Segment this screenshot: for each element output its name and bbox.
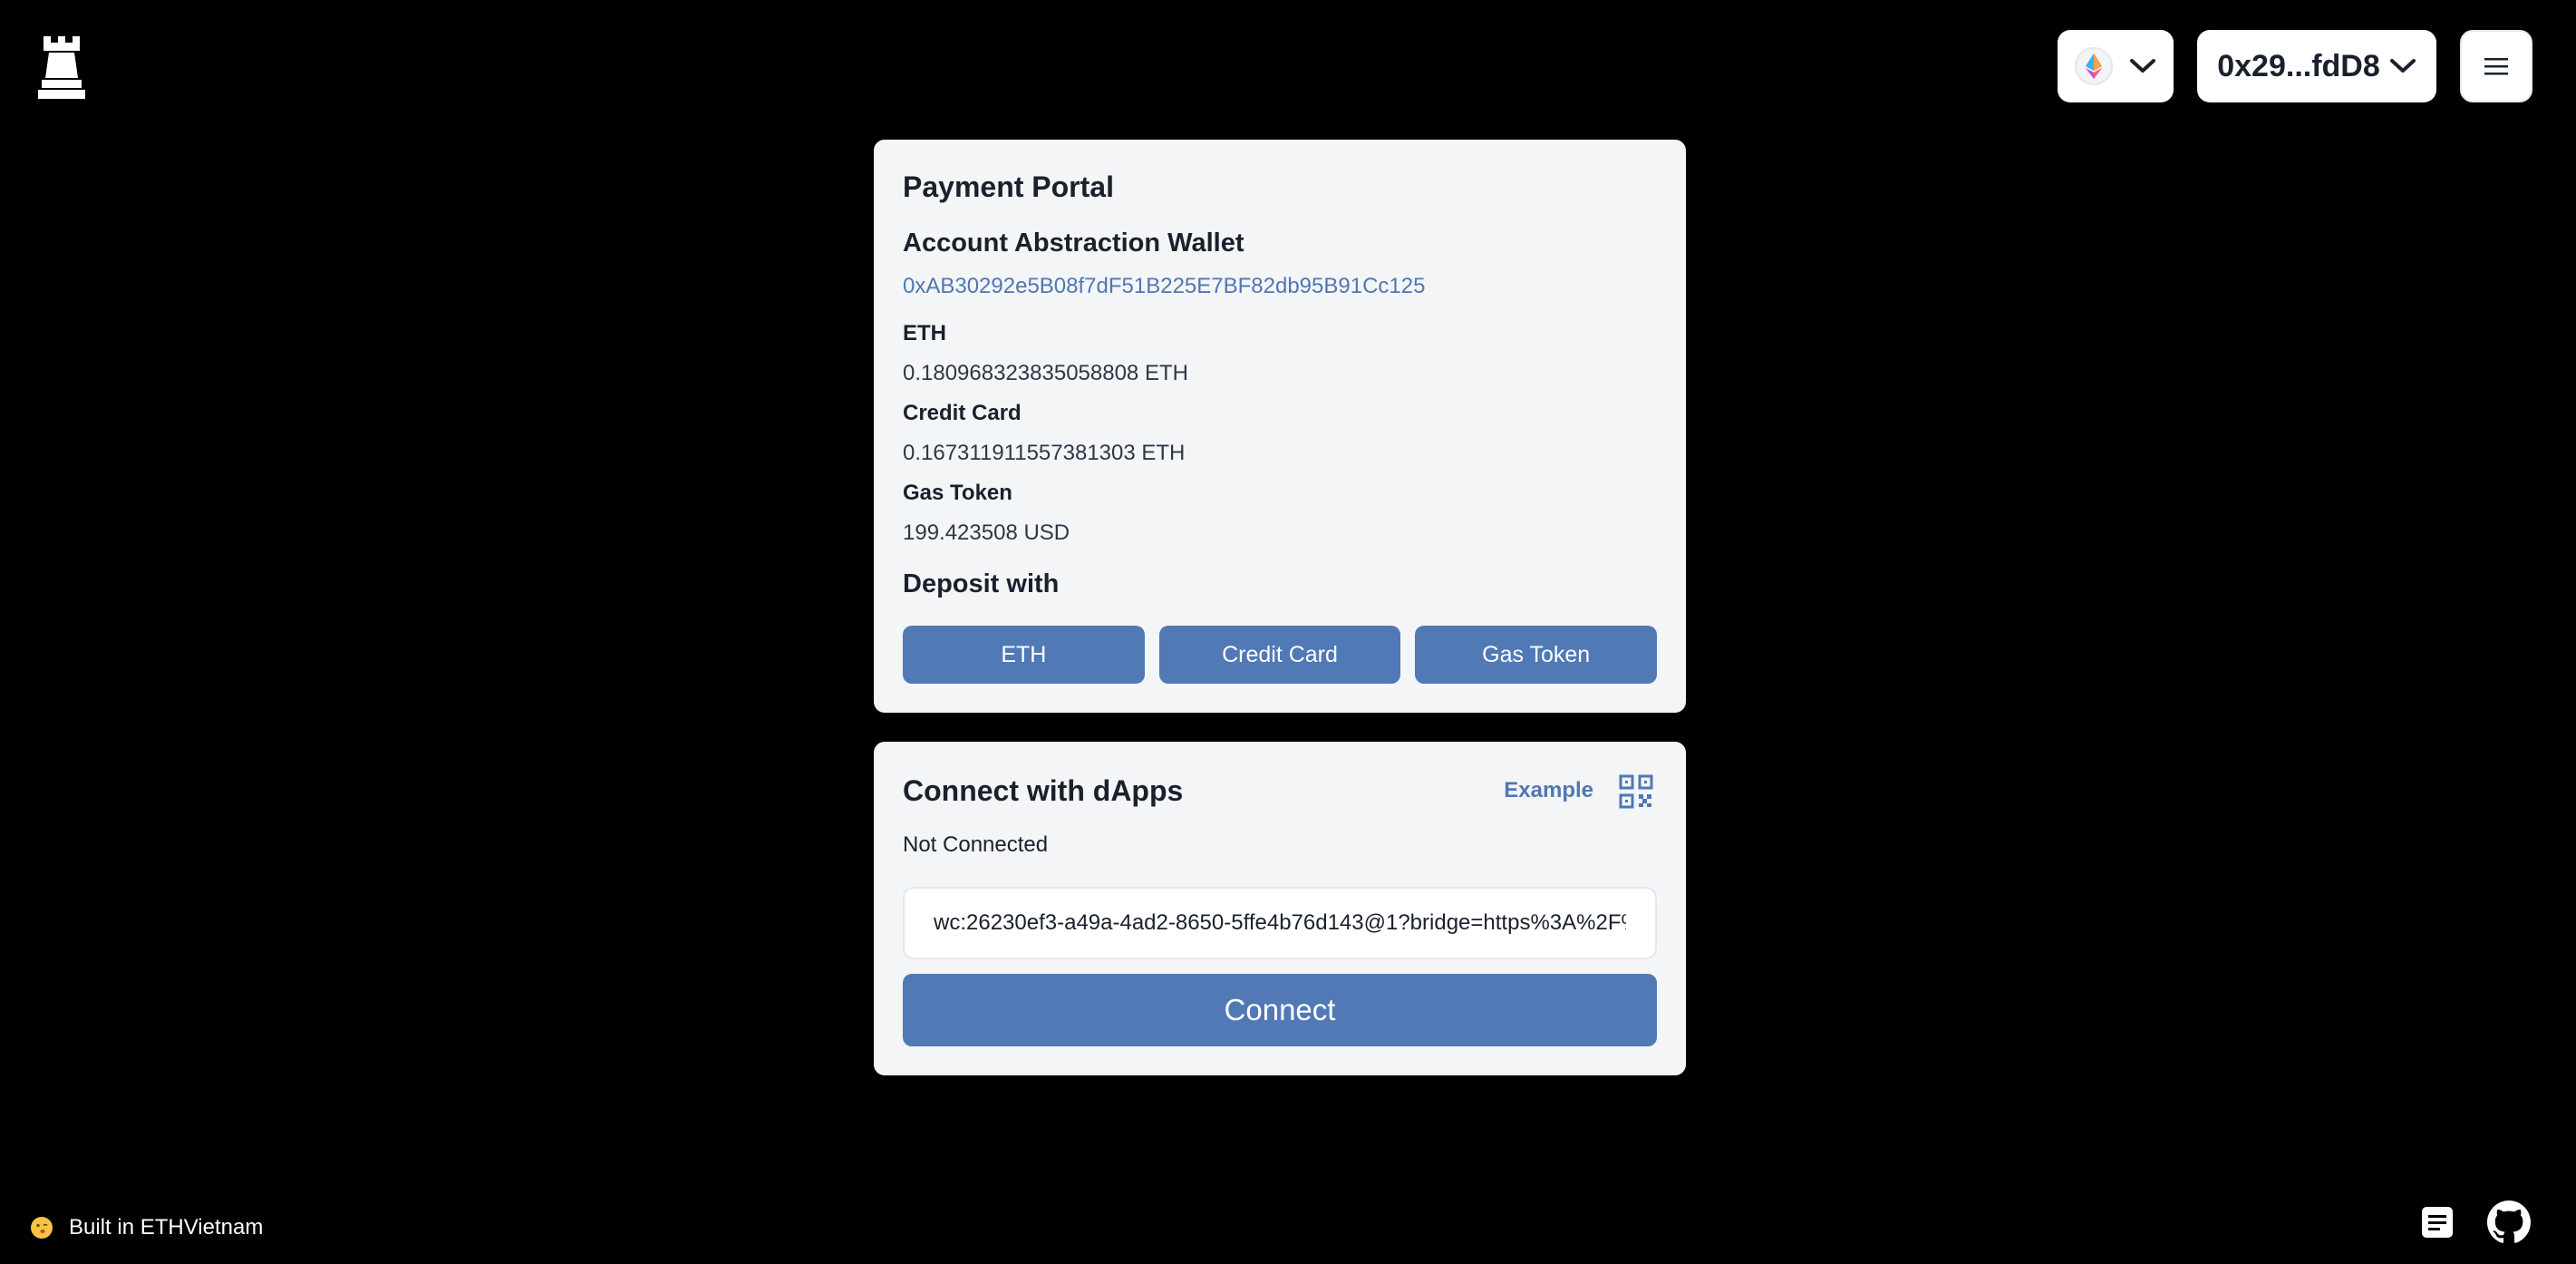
- deposit-gas-token-button[interactable]: Gas Token: [1415, 626, 1658, 684]
- chevron-down-icon: [2130, 59, 2155, 73]
- connection-status: Not Connected: [903, 832, 1049, 857]
- payment-portal-card: Payment Portal Account Abstraction Walle…: [874, 140, 1686, 713]
- qr-code-icon[interactable]: [1619, 774, 1653, 809]
- balance-value-eth: 0.180968323835058808 ETH: [903, 361, 1188, 385]
- menu-button[interactable]: [2460, 30, 2532, 102]
- balance-label-credit-card: Credit Card: [903, 401, 1022, 425]
- deposit-credit-card-button[interactable]: Credit Card: [1158, 626, 1401, 684]
- github-icon[interactable]: [2487, 1201, 2531, 1244]
- footer-links: [2420, 1201, 2531, 1244]
- deposit-buttons: ETH Credit Card Gas Token: [903, 626, 1658, 684]
- hamburger-icon: [2484, 58, 2508, 75]
- chevron-down-icon: [2389, 59, 2416, 73]
- balance-label-eth: ETH: [903, 321, 946, 345]
- balance-value-gas-token: 199.423508 USD: [903, 520, 1070, 545]
- wallet-heading: Account Abstraction Wallet: [903, 228, 1244, 258]
- example-link[interactable]: Example: [1504, 778, 1593, 803]
- balance-label-gas-token: Gas Token: [903, 481, 1012, 505]
- ethereum-icon: [2075, 47, 2113, 85]
- chess-rook-logo-icon[interactable]: [36, 34, 87, 100]
- footer-credit: Built in ETHVietnam: [31, 1215, 263, 1240]
- wallet-address[interactable]: 0xAB30292e5B08f7dF51B225E7BF82db95B91Cc1…: [903, 274, 1425, 299]
- document-icon[interactable]: [2420, 1205, 2455, 1240]
- account-address-label: 0x29...fdD8: [2217, 48, 2380, 83]
- connect-dapps-card: Connect with dApps Example Not Connected…: [874, 742, 1686, 1075]
- account-selector[interactable]: 0x29...fdD8: [2197, 30, 2436, 102]
- walletconnect-uri-input[interactable]: [903, 887, 1657, 959]
- deposit-heading: Deposit with: [903, 569, 1060, 598]
- card-title: Payment Portal: [903, 170, 1114, 203]
- header-actions: 0x29...fdD8: [2058, 30, 2532, 102]
- network-selector[interactable]: [2058, 30, 2174, 102]
- dapps-title: Connect with dApps: [903, 774, 1184, 807]
- deposit-eth-button[interactable]: ETH: [903, 626, 1145, 684]
- connect-button[interactable]: Connect: [903, 974, 1657, 1046]
- built-in-text: Built in ETHVietnam: [69, 1215, 264, 1240]
- winking-face-icon: [31, 1217, 53, 1239]
- balance-value-credit-card: 0.167311911557381303 ETH: [903, 441, 1186, 465]
